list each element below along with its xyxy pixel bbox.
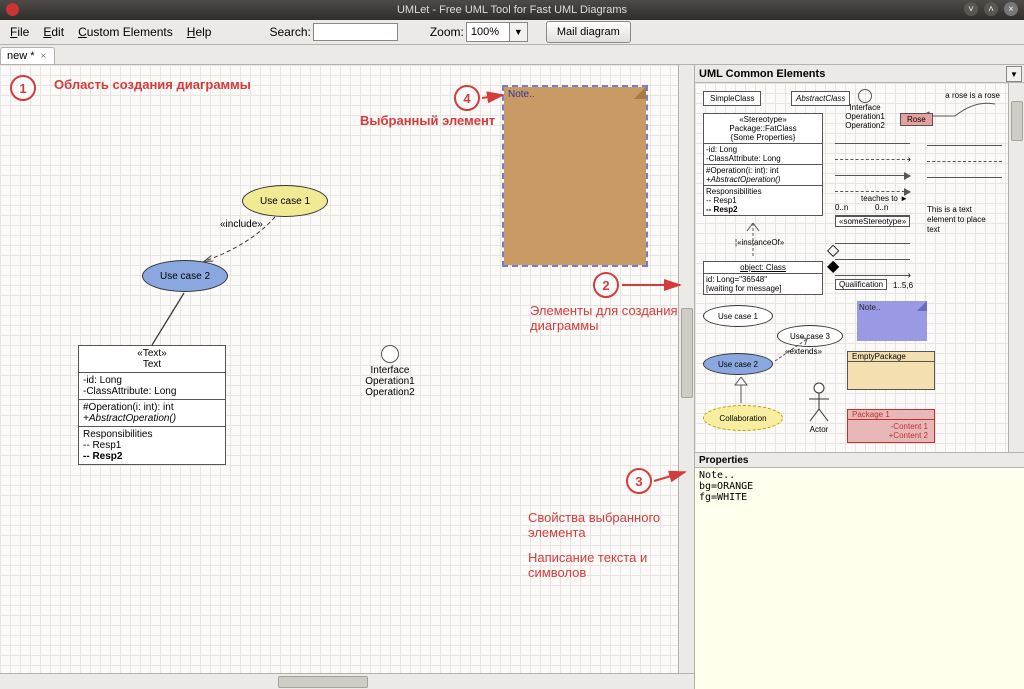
tab-close-icon[interactable]: × bbox=[41, 51, 47, 62]
window-titlebar: UMLet - Free UML Tool for Fast UML Diagr… bbox=[0, 0, 1024, 20]
canvas-scrollbar-h[interactable] bbox=[0, 673, 694, 689]
zoom-label: Zoom: bbox=[430, 25, 464, 39]
tab-bar: new * × bbox=[0, 45, 1024, 65]
menu-file[interactable]: FFileile bbox=[4, 23, 35, 41]
app-icon bbox=[6, 3, 19, 16]
usecase-2[interactable]: Use case 2 bbox=[142, 260, 228, 292]
interface-op1: Operation1 bbox=[355, 376, 425, 387]
menu-help[interactable]: Help bbox=[181, 23, 218, 41]
marker-1: 1 bbox=[10, 75, 36, 101]
pal-instanceof: ¦«instanceOf» bbox=[735, 238, 784, 247]
class-resp1: -- Resp1 bbox=[83, 440, 121, 451]
marker-3: 3 bbox=[626, 468, 652, 494]
pal-simpleclass[interactable]: SimpleClass bbox=[703, 91, 761, 106]
pal-extends: «extends» bbox=[785, 347, 822, 356]
interface-op2: Operation2 bbox=[355, 387, 425, 398]
pal-rel-nav[interactable]: › bbox=[835, 275, 910, 276]
class-attr1: -id: Long bbox=[83, 375, 122, 386]
close-button[interactable]: × bbox=[1004, 2, 1018, 16]
pal-note[interactable]: Note.. bbox=[857, 301, 927, 341]
interface-circle-icon bbox=[858, 89, 872, 103]
pal-usecase1[interactable]: Use case 1 bbox=[703, 305, 773, 327]
palette-header: UML Common Elements ▼ bbox=[695, 65, 1024, 83]
pal-teaches-label: teaches to ► bbox=[847, 194, 922, 203]
pal-rel-l2[interactable] bbox=[927, 161, 1002, 162]
tab-new[interactable]: new * × bbox=[0, 47, 55, 64]
class-hd2: Text bbox=[143, 359, 161, 370]
pal-empty-package[interactable]: EmptyPackage bbox=[847, 351, 935, 390]
class-attr2: -ClassAttribute: Long bbox=[83, 386, 176, 397]
interface-element[interactable]: Interface Operation1 Operation2 bbox=[355, 345, 425, 398]
dropdown-arrow-icon[interactable]: ▼ bbox=[510, 22, 528, 42]
palette-panel[interactable]: SimpleClass AbstractClass Interface Oper… bbox=[695, 83, 1024, 453]
search-input[interactable] bbox=[313, 23, 398, 41]
marker-4: 4 bbox=[454, 85, 480, 111]
window-title: UMLet - Free UML Tool for Fast UML Diagr… bbox=[397, 4, 627, 16]
pal-rel-dep[interactable]: › bbox=[835, 159, 910, 160]
search-label: Search: bbox=[269, 25, 310, 39]
pal-rose-box[interactable]: Rose bbox=[900, 113, 933, 126]
annotation-2: Элементы для создания диаграммы bbox=[530, 303, 690, 333]
pal-actor[interactable]: Actor bbox=[799, 381, 839, 434]
annotation-3b: Написание текста и символов bbox=[528, 550, 688, 580]
include-label: «include» bbox=[220, 219, 263, 230]
pal-rel-comp[interactable]: ◆ bbox=[835, 259, 910, 260]
pal-usecase3[interactable]: Use case 3 bbox=[777, 325, 843, 347]
tab-label: new * bbox=[7, 50, 35, 62]
note-fold-icon bbox=[634, 87, 646, 99]
palette-scrollbar-v[interactable] bbox=[1008, 83, 1024, 452]
palette-title: UML Common Elements bbox=[699, 68, 825, 80]
class-hd1: «Text» bbox=[137, 348, 166, 359]
pal-collaboration[interactable]: Collaboration bbox=[703, 405, 783, 431]
class-op2: +AbstractOperation() bbox=[83, 413, 176, 424]
class-op1: #Operation(i: int): int bbox=[83, 402, 174, 413]
pal-text-note[interactable]: This is a text element to place text bbox=[927, 205, 997, 235]
pal-stereotype-class[interactable]: «Stereotype» Package::FatClass {Some Pro… bbox=[703, 113, 823, 216]
pal-interface[interactable]: Interface Operation1 Operation2 bbox=[835, 89, 895, 130]
properties-editor[interactable]: Note.. bg=ORANGE fg=WHITE bbox=[695, 468, 1024, 689]
class-resp2: -- Resp2 bbox=[83, 451, 122, 462]
marker-2: 2 bbox=[593, 272, 619, 298]
interface-circle-icon bbox=[381, 345, 399, 363]
class-box[interactable]: «Text»Text -id: Long-ClassAttribute: Lon… bbox=[78, 345, 226, 465]
pal-rel-l3[interactable] bbox=[927, 177, 1002, 178]
zoom-value: 100% bbox=[466, 22, 510, 42]
pal-usecase2[interactable]: Use case 2 bbox=[703, 353, 773, 375]
maximize-button[interactable]: ˄ bbox=[984, 2, 998, 16]
usecase-1[interactable]: Use case 1 bbox=[242, 185, 328, 217]
palette-dropdown-icon[interactable]: ▼ bbox=[1006, 66, 1022, 82]
annotation-3a: Свойства выбранного элемента bbox=[528, 510, 688, 540]
interface-label: Interface bbox=[355, 365, 425, 376]
pal-object[interactable]: object: Class id: Long="36548"[waiting f… bbox=[703, 261, 823, 295]
pal-rel-assoc[interactable] bbox=[835, 143, 910, 144]
menu-edit[interactable]: Edit bbox=[37, 23, 70, 41]
note-selected[interactable]: Note.. bbox=[504, 87, 646, 265]
pal-package1[interactable]: Package 1 -Content 1 +Content 2 bbox=[847, 409, 935, 443]
mail-diagram-button[interactable]: Mail diagram bbox=[546, 21, 631, 43]
zoom-select[interactable]: 100% ▼ bbox=[466, 22, 528, 42]
pal-rel-agg[interactable]: ◇ bbox=[835, 243, 910, 244]
canvas-scrollbar-v[interactable] bbox=[678, 65, 694, 673]
pal-qualification[interactable]: Qualification bbox=[835, 279, 887, 290]
minimize-button[interactable]: ˅ bbox=[964, 2, 978, 16]
annotation-4: Выбранный элемент bbox=[360, 113, 495, 128]
menubar: FFileile Edit Custom Elements Help Searc… bbox=[0, 20, 1024, 45]
pal-rel-gen[interactable] bbox=[835, 175, 910, 176]
diagram-canvas[interactable]: 1 Область создания диаграммы 4 Выбранный… bbox=[0, 65, 694, 673]
properties-header: Properties bbox=[695, 453, 1024, 468]
note-text: Note.. bbox=[508, 89, 535, 100]
annotation-1: Область создания диаграммы bbox=[54, 77, 251, 92]
pal-stereoline[interactable]: «someStereotype» bbox=[835, 216, 910, 227]
menu-custom[interactable]: Custom Elements bbox=[72, 23, 179, 41]
pal-rel-real[interactable] bbox=[835, 191, 910, 192]
pal-rel-l1[interactable] bbox=[927, 145, 1002, 146]
class-resp-hd: Responsibilities bbox=[83, 429, 152, 440]
